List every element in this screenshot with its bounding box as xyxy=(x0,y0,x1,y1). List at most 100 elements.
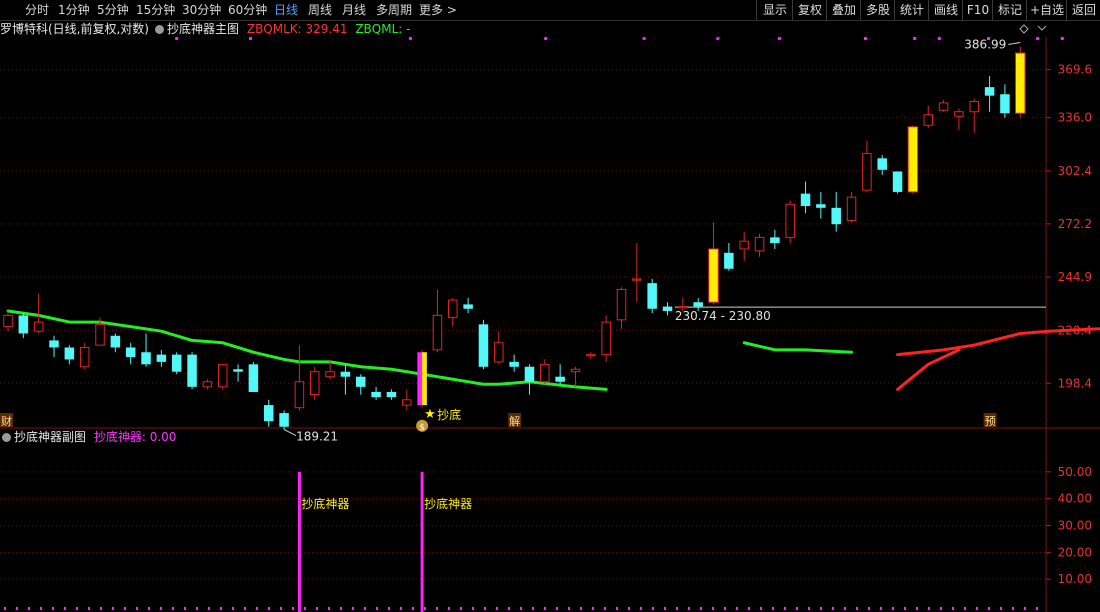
sub-baseline-dot xyxy=(64,607,66,610)
sub-baseline-dot xyxy=(304,607,306,610)
sub-baseline-dot xyxy=(928,607,930,610)
top-marker-dot-8 xyxy=(913,37,917,40)
sub-baseline-dot xyxy=(508,607,510,610)
sub-baseline-dot xyxy=(172,607,174,610)
y-tick-label-5: 220.4 xyxy=(1058,323,1092,337)
sub-baseline-dot xyxy=(892,607,894,610)
candle-down-52 xyxy=(800,193,811,207)
main-info-bar: 罗博特科(日线,前复权,对数) 抄底神器主图 ZBQMLK: 329.41 ZBQ… xyxy=(0,21,410,37)
sub-baseline-dot xyxy=(904,607,906,610)
marker-yu: 预 xyxy=(985,415,996,428)
candle-special-66 xyxy=(1015,52,1026,114)
candle-up-6 xyxy=(95,323,105,346)
low-price-label: 189.21 xyxy=(296,430,338,444)
sub-baseline-dot xyxy=(424,607,426,610)
sub-baseline-dot xyxy=(556,607,558,610)
tab-period-10[interactable]: 更多 > xyxy=(419,2,457,18)
tab-period-3[interactable]: 15分钟 xyxy=(136,2,175,18)
candle-special-59 xyxy=(907,126,919,193)
tab-period-5[interactable]: 60分钟 xyxy=(228,2,267,18)
candle-down-22 xyxy=(340,371,351,377)
toolbar-button-2[interactable]: 叠加 xyxy=(826,0,861,20)
top-marker-dot-7 xyxy=(864,37,867,40)
marker-jie: 解 xyxy=(509,414,520,428)
sub-baseline-dot xyxy=(328,607,330,610)
candle-down-9 xyxy=(141,352,151,365)
sub-baseline-dot xyxy=(364,607,366,610)
kline-chart[interactable]: 369.6 336.0 302.4 272.2 244.9 220.4 198.4 50.00… xyxy=(0,0,1100,612)
candle-up-48 xyxy=(739,240,749,250)
toolbar-button-9[interactable]: 返回 xyxy=(1066,0,1100,20)
candle-up-55 xyxy=(846,196,857,222)
tab-period-7[interactable]: 周线 xyxy=(308,2,332,18)
candle-down-15 xyxy=(233,369,243,372)
tab-period-2[interactable]: 5分钟 xyxy=(97,2,129,18)
toolbar-button-6[interactable]: F10 xyxy=(962,0,993,20)
toolbar-button-0[interactable]: 显示 xyxy=(756,0,793,20)
tab-period-4[interactable]: 30分钟 xyxy=(182,2,221,18)
sub-baseline-dot xyxy=(604,607,606,610)
top-marker-dot-0 xyxy=(175,37,179,40)
tab-period-1[interactable]: 1分钟 xyxy=(58,2,90,18)
sub-baseline-dot xyxy=(640,607,642,610)
candle-up-60 xyxy=(923,114,933,126)
sub-signal-label-0: 抄底神器 xyxy=(301,496,349,511)
buy-signal-label: 抄底 xyxy=(437,407,461,422)
candle-down-33 xyxy=(509,361,519,367)
sub-baseline-dot xyxy=(340,607,342,610)
tab-period-8[interactable]: 月线 xyxy=(342,2,366,18)
candle-up-49 xyxy=(754,236,765,252)
sub-baseline-dot xyxy=(388,607,390,610)
candle-down-18 xyxy=(279,413,289,427)
sub-info-bar: 抄底神器副图 抄底神器: 0.00 xyxy=(0,429,176,445)
candle-up-38 xyxy=(586,354,596,357)
candle-down-42 xyxy=(647,283,657,309)
top-marker-dot-12 xyxy=(1060,37,1064,40)
candle-up-41 xyxy=(632,278,642,281)
range-label: 230.74 - 230.80 xyxy=(675,309,771,323)
candle-up-5 xyxy=(79,346,90,368)
tab-period-9[interactable]: 多周期 xyxy=(376,2,412,18)
candle-up-39 xyxy=(601,321,611,356)
y-tick-label-3: 272.2 xyxy=(1058,217,1092,231)
candle-down-30 xyxy=(463,304,473,309)
candle-special-left-27 xyxy=(417,352,423,406)
sub-settings-gear-icon[interactable] xyxy=(2,433,11,442)
money-bag-symbol: $ xyxy=(419,423,425,433)
sub-baseline-dot xyxy=(4,607,6,610)
sub-indicator-title[interactable]: 抄底神器副图 xyxy=(14,430,86,444)
sub-indicator-value: 抄底神器: 0.00 xyxy=(93,430,177,444)
toolbar-button-7[interactable]: 标记 xyxy=(992,0,1027,20)
sub-baseline-dot xyxy=(88,607,90,610)
candle-down-24 xyxy=(371,391,381,398)
candle-up-51 xyxy=(785,203,795,238)
marker-cai-bg xyxy=(0,413,13,427)
settings-gear-icon[interactable] xyxy=(155,25,164,34)
sub-baseline-dot xyxy=(796,607,798,610)
sub-baseline-dot xyxy=(160,607,162,610)
toolbar-button-5[interactable]: 画线 xyxy=(928,0,963,20)
toolbar-button-1[interactable]: 复权 xyxy=(792,0,827,20)
sub-baseline-dot xyxy=(460,607,462,610)
toolbar-button-3[interactable]: 多股 xyxy=(860,0,895,20)
sub-baseline-dot xyxy=(1036,607,1038,610)
stock-title[interactable]: 罗博特科(日线,前复权,对数) xyxy=(0,22,149,36)
sub-baseline-dot xyxy=(820,607,822,610)
sub-baseline-dot xyxy=(676,607,678,610)
ma-red-line-1 xyxy=(896,348,961,391)
top-marker-dot-9 xyxy=(937,37,941,40)
ma-red-line-2 xyxy=(896,327,1100,357)
toolbar-button-8[interactable]: +自选 xyxy=(1026,0,1067,20)
candle-up-40 xyxy=(616,288,627,321)
candle-down-16 xyxy=(248,364,259,392)
tab-period-6[interactable]: 日线 xyxy=(274,2,298,18)
sub-baseline-dot xyxy=(184,607,186,610)
candle-down-12 xyxy=(187,354,197,387)
toolbar-button-4[interactable]: 统计 xyxy=(894,0,929,20)
sub-y-tick-label-4: 10.00 xyxy=(1058,572,1092,586)
candle-down-36 xyxy=(555,376,565,382)
indicator-name[interactable]: 抄底神器主图 xyxy=(167,22,239,36)
sub-baseline-dot xyxy=(280,607,282,610)
sub-baseline-dot xyxy=(664,607,666,610)
tab-period-0[interactable]: 分时 xyxy=(25,2,49,18)
